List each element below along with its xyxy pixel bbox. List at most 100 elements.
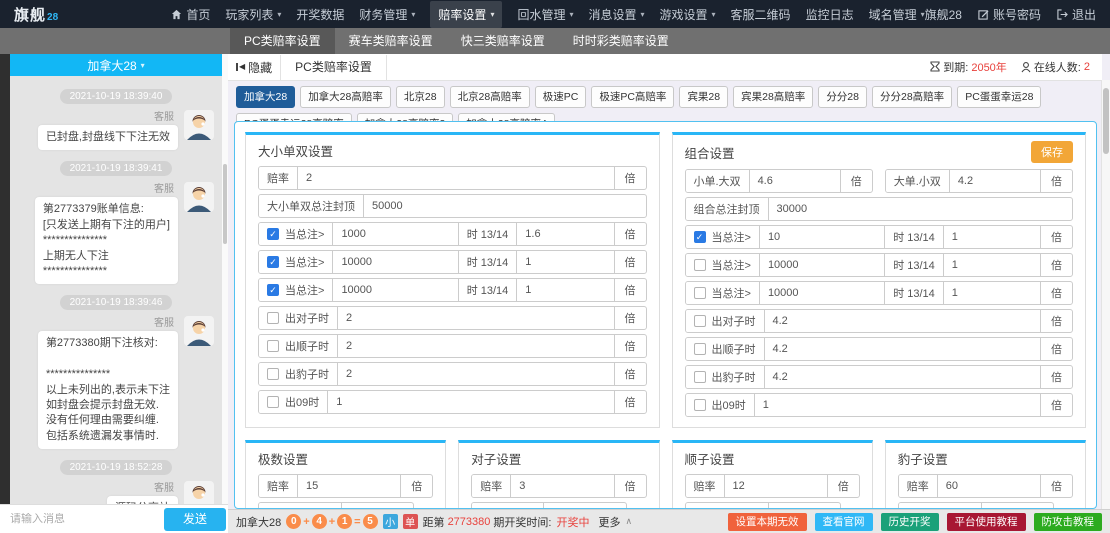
send-button[interactable]: 发送 [164,508,226,531]
checkbox[interactable] [694,315,706,327]
checkbox[interactable] [267,312,279,324]
history-draws-button[interactable]: 历史开奖 [881,513,939,531]
official-site-button[interactable]: 查看官网 [815,513,873,531]
nav-item-domain[interactable]: 域名管理▾ [869,6,925,23]
nav-item-odds-settings[interactable]: 赔率设置▾ [430,1,502,28]
value-input[interactable]: 3 [511,475,613,497]
value-input[interactable]: 2 [338,363,614,385]
value-input-2[interactable]: 1 [517,251,613,273]
nav-item-service-qrcode[interactable]: 客服二维码 [731,6,791,23]
nav-item-label: 监控日志 [806,6,854,23]
save-button[interactable]: 保存 [1031,141,1073,163]
anti-attack-tutorial-button[interactable]: 防攻击教程 [1034,513,1103,531]
chat-scrollbar-thumb[interactable] [223,164,227,244]
value-input[interactable]: 4.2 [765,310,1041,332]
subnav-pc-odds[interactable]: PC类赔率设置 [230,28,335,54]
input-group: 出09时1倍 [258,390,647,414]
subnav-racing-odds[interactable]: 赛车类赔率设置 [335,28,447,54]
game-tab-宾果28高赔率[interactable]: 宾果28高赔率 [733,86,813,108]
topnav-account-password[interactable]: 账号密码 [978,6,1041,23]
value-input[interactable]: 10000 [760,254,884,276]
main-scrollbar[interactable] [1101,80,1110,509]
value-input-2[interactable]: 1 [517,279,613,301]
checkbox[interactable] [694,371,706,383]
subnav-ssc-odds[interactable]: 时时彩类赔率设置 [559,28,683,54]
nav-item-home[interactable]: 首页 [171,6,210,23]
game-tab-加拿大28[interactable]: 加拿大28 [236,86,295,108]
input-group: 顺子总注封顶1000 [685,502,841,509]
checkbox[interactable] [694,287,706,299]
field-label: 赔率 [472,475,511,497]
avatar [184,316,214,346]
game-tab-加拿大28高赔率[interactable]: 加拿大28高赔率 [300,86,391,108]
value-input[interactable]: 10 [760,226,884,248]
game-tab-极速PC高赔率[interactable]: 极速PC高赔率 [591,86,674,108]
value-input-2[interactable]: 1.6 [517,223,613,245]
nav-item-finance[interactable]: 财务管理▾ [359,6,415,23]
nav-item-game-settings[interactable]: 游戏设置▾ [660,6,716,23]
game-tab-分分28[interactable]: 分分28 [818,86,867,108]
tab-pc-odds[interactable]: PC类赔率设置 [280,55,387,80]
value-input[interactable]: 10000 [760,282,884,304]
more-toggle[interactable]: 更多 [598,514,620,530]
value-input[interactable]: 15 [298,475,400,497]
value-input[interactable]: 1 [328,391,613,413]
value-input[interactable]: 1 [755,394,1040,416]
checkbox[interactable]: ✓ [694,231,706,243]
topnav-logout[interactable]: 退出 [1057,6,1096,23]
nav-item-monitor-log[interactable]: 监控日志 [806,6,854,23]
chat-room-header[interactable]: 加拿大28 ▾ [10,54,222,76]
platform-tutorial-button[interactable]: 平台使用教程 [947,513,1026,531]
checkbox[interactable]: ✓ [267,228,279,240]
input-group: 豹子总注封顶1000 [898,502,1054,509]
game-tab-分分28高赔率[interactable]: 分分28高赔率 [872,86,952,108]
value-input-2[interactable]: 1 [944,254,1040,276]
value-input[interactable]: 4.6 [750,170,840,192]
game-tab-PC蛋蛋幸运28[interactable]: PC蛋蛋幸运28 [957,86,1041,108]
value-input[interactable]: 30000 [769,198,1073,220]
checkbox[interactable]: ✓ [267,256,279,268]
game-tab-极速PC[interactable]: 极速PC [535,86,587,108]
checkbox[interactable] [694,399,706,411]
size-tag: 小 [383,514,398,529]
value-input[interactable]: 2 [338,307,614,329]
checkbox[interactable] [267,340,279,352]
game-tab-北京28高赔率[interactable]: 北京28高赔率 [450,86,530,108]
value-input[interactable]: 60 [938,475,1040,497]
value-input[interactable]: 4.2 [765,366,1041,388]
checkbox[interactable]: ✓ [267,284,279,296]
game-tab-宾果28[interactable]: 宾果28 [679,86,728,108]
subnav-k3-odds[interactable]: 快三类赔率设置 [447,28,559,54]
nav-item-rebate[interactable]: 回水管理▾ [517,6,573,23]
nav-item-player-list[interactable]: 玩家列表▾ [225,6,281,23]
multiplier-addon: 倍 [1040,170,1072,192]
checkbox[interactable] [267,368,279,380]
value-input[interactable]: 10000 [333,251,457,273]
checkbox[interactable] [694,259,706,271]
multiplier-addon: 倍 [614,223,646,245]
chat-input[interactable] [0,513,164,525]
value-input[interactable]: 10000 [333,279,457,301]
multiplier-addon: 倍 [1040,394,1072,416]
nav-item-draw-data[interactable]: 开奖数据 [296,6,344,23]
value-input[interactable]: 4.2 [950,170,1040,192]
value-input-2[interactable]: 1 [944,226,1040,248]
main-scrollbar-thumb[interactable] [1103,88,1109,154]
value-input[interactable]: 2 [338,335,614,357]
topnav-brand[interactable]: 旗舰28 [925,6,962,23]
value-input[interactable]: 4.2 [765,338,1041,360]
message-bubble: 第2773379账单信息:[只发送上期有下注的用户]**************… [35,197,178,284]
checkbox[interactable] [267,396,279,408]
value-input[interactable]: 2 [298,167,614,189]
hide-sidebar-toggle[interactable]: ◀ 隐藏 [228,59,280,76]
game-tab-北京28[interactable]: 北京28 [396,86,445,108]
value-input-2[interactable]: 1 [944,282,1040,304]
value-input[interactable]: 50000 [364,195,646,217]
checkbox[interactable] [694,343,706,355]
expiry-status: 到期: 2050年 [930,59,1007,75]
value-input[interactable]: 1000 [333,223,457,245]
value-input[interactable]: 12 [725,475,827,497]
invalidate-current-button[interactable]: 设置本期无效 [728,513,807,531]
nav-item-message-settings[interactable]: 消息设置▾ [588,6,644,23]
online-label: 在线人数: [1034,59,1081,75]
